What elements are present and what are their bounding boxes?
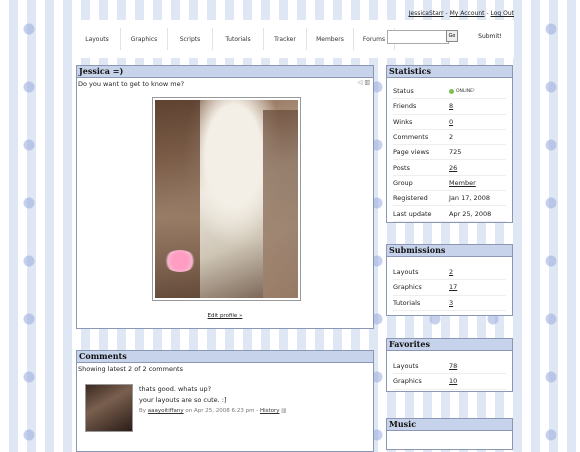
stat-row-friends: Friends 8	[393, 99, 506, 115]
profile-photo	[152, 97, 301, 301]
comment-by: By	[139, 408, 147, 414]
comment-date: on Apr 25, 2008 6:23 pm -	[185, 408, 259, 414]
edit-profile-row: Edit profile »	[77, 313, 373, 319]
profile-title: Jessica =)	[77, 66, 373, 78]
stat-label: Comments	[393, 133, 429, 142]
nav-layouts[interactable]: Layouts	[74, 28, 121, 50]
submission-layouts-link[interactable]: 2	[449, 268, 453, 276]
submit-link[interactable]: Submit!	[470, 28, 510, 44]
logout-link[interactable]: Log Out	[490, 10, 514, 17]
nav-members[interactable]: Members	[307, 28, 354, 50]
submissions-panel: Submissions Layouts 2 Graphics 17 Tutorial…	[386, 244, 513, 316]
favorites-title: Favorites	[387, 339, 512, 351]
lipstick-kiss-graphic	[163, 250, 197, 272]
comment-line: thats good. whats up?	[139, 385, 212, 393]
stat-value: Apr 25, 2008	[449, 209, 492, 218]
online-status: ONLINE!	[449, 88, 475, 94]
submission-row: Graphics 17	[393, 280, 506, 296]
my-account-link[interactable]: My Account	[450, 10, 485, 17]
commenter-avatar[interactable]	[85, 384, 133, 432]
stat-label: Status	[393, 87, 414, 96]
stat-label: Registered	[393, 194, 428, 203]
comment-history-link[interactable]: History	[260, 408, 280, 414]
stat-label: Layouts	[393, 268, 419, 277]
nav-tracker[interactable]: Tracker	[264, 28, 307, 50]
favorite-layouts-link[interactable]: 78	[449, 362, 457, 370]
stat-row-winks: Winks 0	[393, 115, 506, 130]
stat-label: Group	[393, 178, 413, 187]
submission-row: Tutorials 3	[393, 296, 506, 311]
stat-value: 725	[449, 148, 462, 157]
profile-tools: ◁ ▥	[358, 79, 370, 86]
comments-panel: Comments Showing latest 2 of 2 comments …	[76, 350, 374, 452]
comment-line: your layouts are so cute. :]	[139, 396, 227, 404]
profile-subtitle: Do you want to get to know me?	[78, 80, 185, 88]
stat-label: Graphics	[393, 283, 422, 292]
submission-graphics-link[interactable]: 17	[449, 283, 457, 291]
comments-title: Comments	[77, 351, 373, 363]
stat-label: Page views	[393, 148, 430, 157]
submissions-title: Submissions	[387, 245, 512, 257]
stat-value: Jan 17, 2008	[449, 194, 491, 203]
comment-body: thats good. whats up? your layouts are s…	[139, 384, 286, 417]
statistics-panel: Statistics Status ONLINE! Friends 8 Winks…	[386, 65, 513, 223]
stat-row-comments: Comments 2	[393, 130, 506, 146]
stat-row-registered: Registered Jan 17, 2008	[393, 191, 506, 207]
stat-label: Layouts	[393, 362, 419, 371]
stat-row-status: Status ONLINE!	[393, 84, 506, 100]
stat-label: Tutorials	[393, 298, 421, 307]
friends-link[interactable]: 8	[449, 102, 453, 110]
profile-panel: Jessica =) Do you want to get to know me…	[76, 65, 374, 329]
photo-shade-right	[263, 110, 298, 298]
nav-scripts[interactable]: Scripts	[168, 28, 213, 50]
favorite-graphics-link[interactable]: 10	[449, 377, 457, 385]
trash-icon[interactable]: ▥	[281, 408, 286, 414]
stat-row-posts: Posts 26	[393, 160, 506, 176]
posts-link[interactable]: 26	[449, 164, 457, 172]
stat-row-pageviews: Page views 725	[393, 145, 506, 161]
edit-profile-link[interactable]: Edit profile »	[208, 313, 243, 319]
stat-value: 2	[449, 133, 454, 142]
online-user-icon	[449, 88, 454, 94]
comment-meta: By aaayoitiffany on Apr 25, 2008 6:23 pm…	[139, 406, 286, 417]
stat-label: Friends	[393, 102, 417, 111]
trash-icon[interactable]: ▥	[364, 79, 370, 86]
music-title: Music	[387, 419, 512, 431]
stat-label: Posts	[393, 163, 410, 172]
stat-row-lastupdate: Last update Apr 25, 2008	[393, 206, 506, 222]
comment-author-link[interactable]: aaayoitiffany	[148, 408, 184, 414]
search-input[interactable]	[387, 30, 449, 44]
favorite-row: Layouts 78	[393, 359, 506, 375]
favorite-row: Graphics 10	[393, 374, 506, 390]
stat-row-group: Group Member	[393, 176, 506, 192]
profile-image	[155, 100, 298, 298]
winks-link[interactable]: 0	[449, 118, 453, 126]
stat-label: Graphics	[393, 377, 422, 386]
submission-tutorials-link[interactable]: 3	[449, 299, 453, 307]
stat-label: Winks	[393, 117, 413, 126]
group-link[interactable]: Member	[449, 179, 476, 187]
stat-value: ONLINE!	[456, 88, 475, 94]
account-links: JessicaStarr - My Account - Log Out	[409, 10, 514, 17]
statistics-title: Statistics	[387, 66, 512, 78]
username-link[interactable]: JessicaStarr	[409, 10, 444, 17]
speaker-icon[interactable]: ◁	[358, 79, 363, 86]
main-nav: Layouts Graphics Scripts Tutorials Track…	[74, 20, 514, 58]
favorites-panel: Favorites Layouts 78 Graphics 10	[386, 338, 513, 392]
go-button[interactable]: Go	[446, 30, 458, 42]
nav-tutorials[interactable]: Tutorials	[213, 28, 264, 50]
comments-summary: Showing latest 2 of 2 comments	[78, 365, 183, 373]
nav-graphics[interactable]: Graphics	[121, 28, 168, 50]
music-panel: Music	[386, 418, 513, 450]
submission-row: Layouts 2	[393, 265, 506, 281]
stat-label: Last update	[393, 209, 432, 218]
